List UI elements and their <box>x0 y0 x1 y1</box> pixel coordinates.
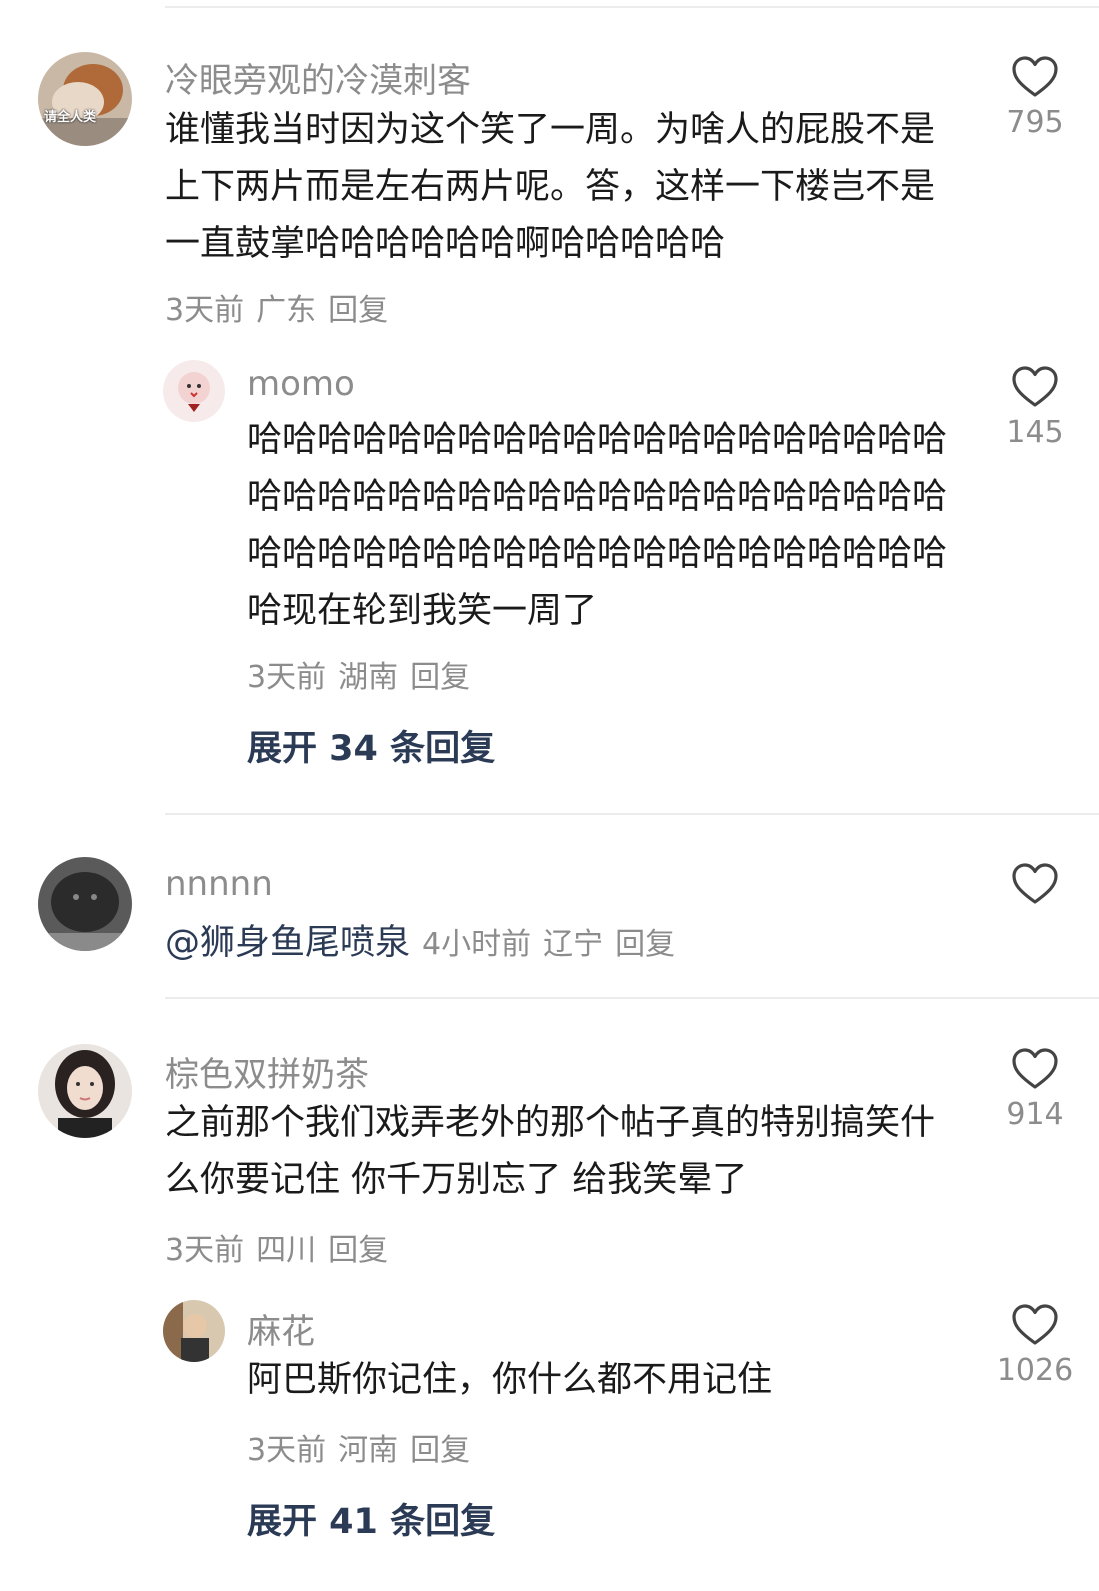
comment-location: 辽宁 <box>543 927 604 962</box>
avatar[interactable] <box>163 1300 225 1362</box>
comment-username[interactable]: 棕色双拼奶茶 <box>165 1047 369 1096</box>
avatar-image <box>163 1300 225 1362</box>
reply-text: 哈哈哈哈哈哈哈哈哈哈哈哈哈哈哈哈哈哈哈哈哈哈哈哈哈哈哈哈哈哈哈哈哈哈哈哈哈哈哈哈… <box>247 420 948 631</box>
like-count: 795 <box>1006 105 1064 140</box>
like-count: 914 <box>1006 1097 1064 1132</box>
like-button[interactable]: 795 <box>985 55 1085 140</box>
avatar-image <box>38 1044 132 1138</box>
reply-meta: 3天前 河南 回复 <box>247 1425 482 1469</box>
reply-meta: 3天前 湖南 回复 <box>247 652 482 696</box>
reply-button[interactable]: 回复 <box>328 293 388 328</box>
reply-location: 河南 <box>338 1433 399 1468</box>
mention-link[interactable]: @狮身鱼尾喷泉 <box>165 923 410 963</box>
like-button[interactable]: 145 <box>985 365 1085 450</box>
like-button[interactable] <box>985 862 1085 906</box>
like-count: 1026 <box>996 1353 1074 1388</box>
comment-text: 之前那个我们戏弄老外的那个帖子真的特别搞笑什么你要记住 你千万别忘了 给我笑晕了 <box>165 1103 936 1200</box>
like-button[interactable]: 914 <box>985 1047 1085 1132</box>
comment-username[interactable]: 冷眼旁观的冷漠刺客 <box>165 53 471 102</box>
like-count: 145 <box>1006 415 1064 450</box>
comment-time: 4小时前 <box>422 927 532 962</box>
heart-icon <box>1012 863 1058 904</box>
reply-button[interactable]: 回复 <box>410 660 470 695</box>
reply-location: 湖南 <box>338 660 399 695</box>
comment-location: 四川 <box>256 1233 317 1268</box>
like-button[interactable]: 1026 <box>985 1303 1085 1388</box>
heart-icon <box>1012 366 1058 407</box>
reply-username[interactable]: momo <box>247 364 355 404</box>
comment-time: 3天前 <box>165 293 245 328</box>
reply-time: 3天前 <box>247 1433 327 1468</box>
top-divider <box>165 6 1099 8</box>
comment-line: @狮身鱼尾喷泉 4小时前 辽宁 回复 <box>165 914 675 965</box>
reply-button[interactable]: 回复 <box>410 1433 470 1468</box>
heart-icon <box>1012 1048 1058 1089</box>
comment-time: 3天前 <box>165 1233 245 1268</box>
avatar-image <box>38 52 132 146</box>
heart-icon <box>1012 1304 1058 1345</box>
comment-text: 谁懂我当时因为这个笑了一周。为啥人的屁股不是上下两片而是左右两片呢。答，这样一下… <box>165 110 936 264</box>
avatar[interactable] <box>38 1044 132 1138</box>
comment-username[interactable]: nnnnn <box>165 864 273 904</box>
avatar-image <box>38 857 132 951</box>
comment-meta: 3天前 广东 回复 <box>165 285 400 329</box>
heart-icon <box>1012 56 1058 97</box>
reply-button[interactable]: 回复 <box>615 927 675 962</box>
comment-meta: 3天前 四川 回复 <box>165 1225 400 1269</box>
comment-divider <box>165 813 1099 815</box>
reply-text: 阿巴斯你记住，你什么都不用记住 <box>247 1360 773 1400</box>
avatar[interactable] <box>38 857 132 951</box>
avatar-image <box>163 360 225 422</box>
comment-meta: 4小时前 辽宁 回复 <box>410 927 675 962</box>
reply-button[interactable]: 回复 <box>328 1233 388 1268</box>
avatar[interactable]: 请全人类 <box>38 52 132 146</box>
comment-location: 广东 <box>256 293 317 328</box>
expand-replies-button[interactable]: 展开 34 条回复 <box>247 720 495 771</box>
reply-username[interactable]: 麻花 <box>247 1304 315 1353</box>
avatar[interactable] <box>163 360 225 422</box>
comment-divider <box>165 997 1099 999</box>
expand-replies-button[interactable]: 展开 41 条回复 <box>247 1493 495 1544</box>
reply-time: 3天前 <box>247 660 327 695</box>
avatar-caption: 请全人类 <box>44 110 97 125</box>
